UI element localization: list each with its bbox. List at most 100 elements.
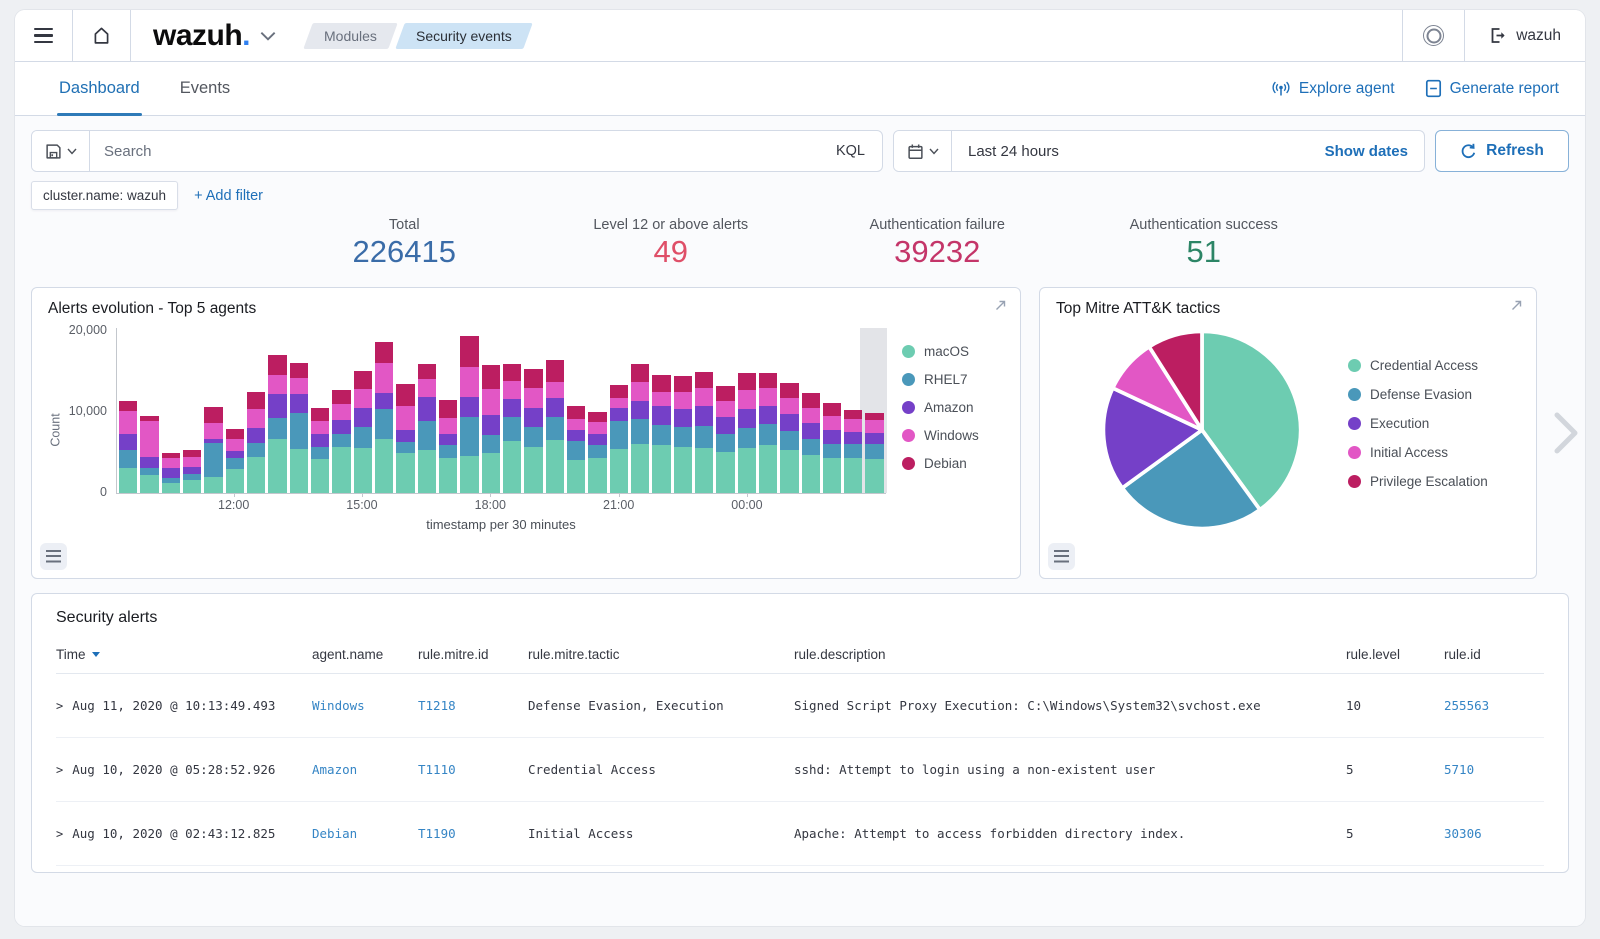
bar-17[interactable] [482, 365, 500, 493]
bar-12[interactable] [375, 342, 393, 493]
column-header-rule-description[interactable]: rule.description [794, 647, 1346, 662]
refresh-button[interactable]: Refresh [1435, 130, 1569, 172]
breadcrumb-modules[interactable]: Modules [303, 23, 397, 49]
legend-item-debian[interactable]: Debian [902, 456, 1004, 471]
tab-dashboard[interactable]: Dashboard [57, 62, 142, 115]
bar-15[interactable] [439, 400, 457, 493]
bar-19[interactable] [524, 369, 542, 493]
column-header-time[interactable]: Time [56, 647, 312, 662]
cell-agent-name-value[interactable]: Debian [312, 826, 357, 841]
inspect-data-button[interactable] [1048, 543, 1075, 570]
bar-25[interactable] [652, 375, 670, 493]
search-input[interactable] [90, 131, 819, 171]
cell-rule-id-value[interactable]: 30306 [1444, 826, 1482, 841]
expand-panel-icon[interactable] [1509, 298, 1524, 313]
bar-29[interactable] [738, 373, 756, 493]
wazuh-logo[interactable]: wazuh. [153, 19, 250, 53]
add-filter-button[interactable]: + Add filter [194, 188, 263, 204]
bar-24[interactable] [631, 364, 649, 493]
cell-rule-mitre-id-value[interactable]: T1190 [418, 826, 456, 841]
bar-6[interactable] [247, 392, 265, 493]
legend-item-execution[interactable]: Execution [1348, 416, 1488, 431]
bar-34[interactable] [844, 410, 862, 493]
bar-0[interactable] [119, 401, 137, 493]
bar-13[interactable] [396, 384, 414, 493]
bar-segment-Debian [268, 355, 286, 376]
bar-30[interactable] [759, 373, 777, 493]
metric-label: Authentication failure [804, 217, 1071, 233]
bar-segment-Debian [183, 450, 201, 457]
bar-22[interactable] [588, 412, 606, 493]
bar-16[interactable] [460, 336, 478, 493]
bar-21[interactable] [567, 406, 585, 493]
column-header-rule-id[interactable]: rule.id [1444, 647, 1544, 662]
breadcrumb-security-events[interactable]: Security events [395, 23, 532, 49]
cell-agent-name-value[interactable]: Windows [312, 698, 365, 713]
bar-2[interactable] [162, 453, 180, 493]
bar-10[interactable] [332, 390, 350, 493]
saved-query-menu-button[interactable] [32, 131, 90, 171]
show-dates-button[interactable]: Show dates [1309, 143, 1424, 160]
bar-segment-RHEL7 [204, 443, 222, 478]
bar-26[interactable] [674, 376, 692, 493]
bar-20[interactable] [546, 360, 564, 493]
bar-23[interactable] [610, 385, 628, 493]
column-header-rule-mitre-tactic[interactable]: rule.mitre.tactic [528, 647, 794, 662]
column-header-agent-name[interactable]: agent.name [312, 647, 418, 662]
cell-rule-mitre-id-value[interactable]: T1218 [418, 698, 456, 713]
bar-1[interactable] [140, 416, 158, 493]
metric-value: 51 [1071, 234, 1338, 270]
cell-rule-mitre-id-value[interactable]: T1110 [418, 762, 456, 777]
bar-27[interactable] [695, 372, 713, 493]
metrics-row: Total 226415 Level 12 or above alerts 49… [31, 217, 1569, 279]
bar-9[interactable] [311, 408, 329, 493]
generate-report-button[interactable]: Generate report [1425, 79, 1559, 98]
filter-pill-cluster-name[interactable]: cluster.name: wazuh [31, 181, 178, 210]
bar-35[interactable] [865, 413, 883, 493]
bar-32[interactable] [802, 393, 820, 493]
bar-33[interactable] [823, 403, 841, 493]
expand-row-icon[interactable]: > [56, 699, 63, 713]
expand-row-icon[interactable]: > [56, 763, 63, 777]
bar-28[interactable] [716, 386, 734, 493]
tab-events[interactable]: Events [178, 62, 232, 115]
inspect-data-button[interactable] [40, 543, 67, 570]
column-header-rule-level[interactable]: rule.level [1346, 647, 1444, 662]
logout-button[interactable]: wazuh [1464, 10, 1585, 61]
bar-8[interactable] [290, 363, 308, 493]
cell-rule-id-value[interactable]: 5710 [1444, 762, 1474, 777]
bar-7[interactable] [268, 355, 286, 493]
bar-18[interactable] [503, 364, 521, 493]
bar-4[interactable] [204, 407, 222, 493]
kql-toggle[interactable]: KQL [819, 143, 882, 159]
home-button[interactable] [73, 10, 131, 61]
legend-item-defense-evasion[interactable]: Defense Evasion [1348, 387, 1488, 402]
column-header-rule-mitre-id[interactable]: rule.mitre.id [418, 647, 528, 662]
legend-item-macos[interactable]: macOS [902, 344, 1004, 359]
legend-item-windows[interactable]: Windows [902, 428, 1004, 443]
legend-item-privilege-escalation[interactable]: Privilege Escalation [1348, 474, 1488, 489]
legend-item-initial-access[interactable]: Initial Access [1348, 445, 1488, 460]
explore-agent-button[interactable]: Explore agent [1271, 80, 1395, 98]
expand-row-icon[interactable]: > [56, 827, 63, 841]
time-range-value[interactable]: Last 24 hours [952, 143, 1309, 160]
bar-11[interactable] [354, 371, 372, 493]
bar-31[interactable] [780, 383, 798, 493]
bar-5[interactable] [226, 429, 244, 493]
calendar-icon [907, 143, 924, 160]
legend-item-amazon[interactable]: Amazon [902, 400, 1004, 415]
legend-item-rhel7[interactable]: RHEL7 [902, 372, 1004, 387]
menu-button[interactable] [15, 10, 73, 61]
calendar-menu-button[interactable] [894, 131, 952, 171]
health-status-button[interactable] [1402, 10, 1464, 61]
next-panels-button[interactable] [1549, 409, 1581, 457]
legend-item-credential-access[interactable]: Credential Access [1348, 358, 1488, 373]
bar-segment-macOS [375, 439, 393, 494]
app-switcher-button[interactable] [260, 31, 276, 41]
cell-agent-name-value[interactable]: Amazon [312, 762, 357, 777]
bar-segment-macOS [439, 458, 457, 494]
bar-3[interactable] [183, 450, 201, 493]
cell-rule-id-value[interactable]: 255563 [1444, 698, 1489, 713]
bar-14[interactable] [418, 364, 436, 493]
expand-panel-icon[interactable] [993, 298, 1008, 313]
